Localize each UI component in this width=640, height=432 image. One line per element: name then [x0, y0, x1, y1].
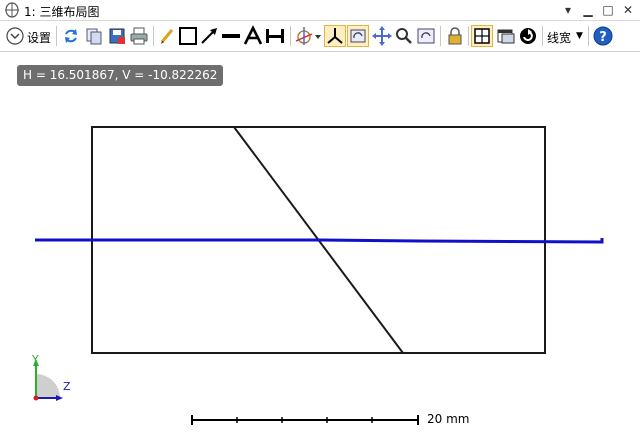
axis-z-label: Z — [63, 380, 71, 393]
scale-label: 20 mm — [427, 412, 470, 426]
axis-y-label: Y — [32, 353, 39, 366]
coordinate-readout: H = 16.501867, V = -10.822262 — [17, 65, 224, 86]
scale-bar — [191, 415, 419, 425]
ray-path — [35, 238, 604, 244]
